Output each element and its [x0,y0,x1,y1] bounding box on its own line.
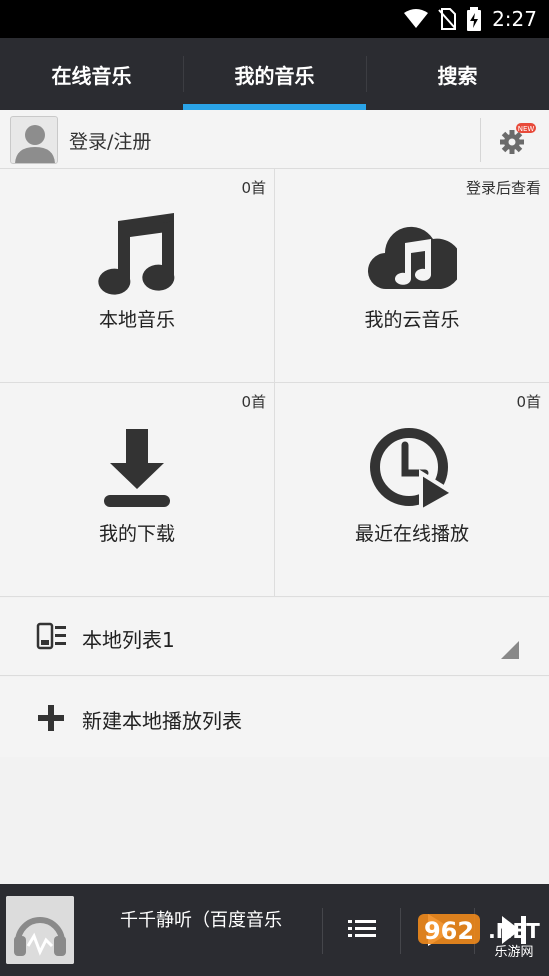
tab-label: 搜索 [437,63,478,88]
tab-online-music[interactable]: 在线音乐 [0,38,183,110]
recent-play-card[interactable]: 0首 最近在线播放 [275,383,549,596]
cloud-music-count: 登录后查看 [465,179,541,197]
local-music-title: 本地音乐 [98,309,175,331]
downloads-card[interactable]: 0首 我的下载 [0,383,274,596]
gear-icon: NEW [500,123,536,154]
downloads-title: 我的下载 [98,523,175,545]
plus-icon [38,705,64,731]
grid-divider [274,169,275,597]
download-icon [104,429,170,507]
status-bar: 2:27 [0,0,549,38]
wifi-icon [404,9,429,28]
music-note-icon [98,213,175,295]
tab-bar: 在线音乐 我的音乐 搜索 [0,38,549,110]
local-playlist-row[interactable]: 本地列表1 [0,598,549,676]
headphones-icon [6,896,74,964]
grid-divider [0,382,549,383]
tab-label: 在线音乐 [51,63,132,88]
recent-play-title: 最近在线播放 [354,523,469,545]
new-playlist-row[interactable]: 新建本地播放列表 [0,677,549,757]
local-playlist-label: 本地列表1 [82,628,175,652]
my-music-grid: 0首 本地音乐 登录后查看 我的云音乐 0首 我的下载 0首 最近在线播放 [0,169,549,597]
playlist-icon [36,622,66,650]
divider [480,118,481,162]
svg-text:962: 962 [424,917,474,945]
local-music-card[interactable]: 0首 本地音乐 [0,169,274,382]
avatar[interactable] [10,116,58,164]
new-badge: NEW [518,125,535,133]
status-time: 2:27 [492,7,537,31]
expand-corner-icon[interactable] [501,641,519,659]
divider [322,908,323,954]
downloads-count: 0首 [241,393,266,411]
tab-my-music[interactable]: 我的音乐 [183,38,366,110]
local-music-count: 0首 [241,179,266,197]
login-label[interactable]: 登录/注册 [69,127,151,154]
svg-text:乐游网: 乐游网 [494,945,533,960]
playlist-menu-icon[interactable] [342,912,382,948]
recent-play-icon [370,428,457,513]
watermark-logo: 962 .NET 乐游网 [418,914,540,960]
tab-label: 我的音乐 [234,63,315,88]
cloud-music-card[interactable]: 登录后查看 我的云音乐 [275,169,549,382]
cloud-music-icon [367,226,457,290]
new-playlist-label: 新建本地播放列表 [82,709,242,733]
album-cover[interactable] [6,896,74,964]
status-icons: 2:27 [404,6,537,32]
now-playing-title[interactable]: 千千静听（百度音乐 [120,906,310,932]
player-bar: 千千静听（百度音乐 962 .NET 乐游网 [0,884,549,976]
battery-charging-icon [467,7,482,31]
tab-search[interactable]: 搜索 [366,38,549,110]
no-sim-icon [438,8,457,30]
recent-play-count: 0首 [516,393,541,411]
grid-divider [0,596,549,597]
cloud-music-title: 我的云音乐 [364,309,460,331]
login-row[interactable]: 登录/注册 NEW [0,110,549,169]
user-icon [15,125,55,163]
svg-text:.NET: .NET [488,919,540,943]
divider [400,908,401,954]
settings-button[interactable]: NEW [496,122,536,158]
